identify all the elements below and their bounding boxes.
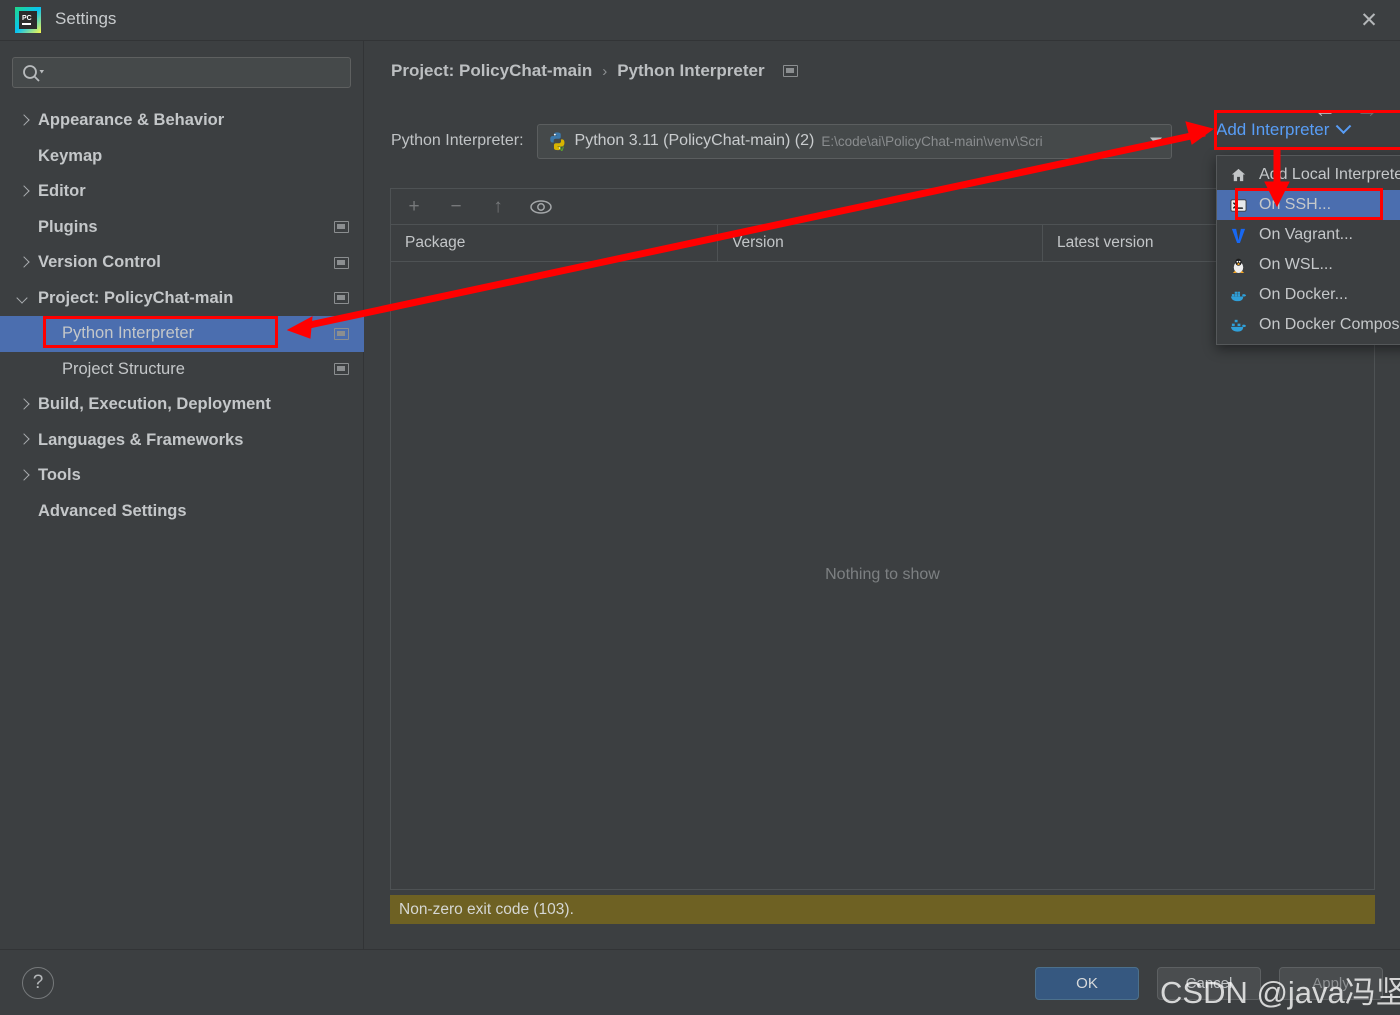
menu-item-add-local-interpreter[interactable]: Add Local Interpreter...: [1217, 160, 1400, 190]
sidebar-item-label: Languages & Frameworks: [38, 430, 244, 449]
breadcrumb-separator: ›: [602, 62, 608, 80]
chevron-right-icon[interactable]: [16, 113, 32, 129]
settings-tree: Appearance & Behavior Keymap Editor Plug…: [0, 103, 364, 529]
sidebar-item-label: Project: PolicyChat-main: [38, 288, 234, 307]
menu-item-label: On Docker Compose...: [1259, 316, 1400, 333]
column-header-version[interactable]: Version: [718, 225, 1043, 261]
breadcrumb-parent[interactable]: Project: PolicyChat-main: [391, 61, 592, 81]
project-scope-badge-icon: [334, 256, 349, 269]
empty-state-text: Nothing to show: [825, 566, 940, 583]
cancel-button[interactable]: Cancel: [1157, 967, 1261, 1000]
menu-item-label: On Docker...: [1259, 286, 1348, 303]
sidebar-item-appearance-behavior[interactable]: Appearance & Behavior: [0, 103, 364, 139]
close-icon[interactable]: ✕: [1354, 7, 1384, 35]
navigation-arrows: ← →: [1314, 99, 1378, 121]
docker-icon: [1227, 285, 1249, 305]
menu-item-label: On SSH...: [1259, 196, 1332, 213]
sidebar-item-label: Tools: [38, 466, 81, 485]
menu-item-label: On WSL...: [1259, 256, 1333, 273]
show-early-releases-icon[interactable]: [529, 196, 553, 218]
chevron-down-icon[interactable]: [16, 290, 32, 306]
chevron-right-icon[interactable]: [16, 255, 32, 271]
menu-item-on-docker-compose[interactable]: On Docker Compose...: [1217, 310, 1400, 340]
sidebar-item-label: Project Structure: [62, 359, 185, 378]
project-scope-badge-icon: [334, 292, 349, 305]
menu-item-on-vagrant[interactable]: On Vagrant...: [1217, 220, 1400, 250]
window-title: Settings: [55, 9, 117, 28]
chevron-right-icon[interactable]: [16, 468, 32, 484]
menu-item-on-ssh[interactable]: On SSH...: [1217, 190, 1400, 220]
add-interpreter-label: Add Interpreter: [1216, 120, 1330, 139]
menu-item-on-wsl[interactable]: On WSL...: [1217, 250, 1400, 280]
arrow-left-icon[interactable]: ←: [1314, 99, 1336, 121]
upgrade-package-button[interactable]: ↑: [487, 196, 509, 218]
help-button[interactable]: ?: [22, 967, 54, 999]
docker-compose-icon: [1227, 315, 1249, 335]
column-header-package[interactable]: Package: [391, 225, 718, 261]
project-scope-badge-icon: [334, 221, 349, 234]
chevron-down-icon[interactable]: [1149, 137, 1162, 145]
sidebar-item-label: Version Control: [38, 253, 161, 272]
apply-button[interactable]: Apply: [1279, 967, 1383, 1000]
svg-text:v: v: [559, 143, 564, 152]
python-venv-icon: v: [549, 131, 564, 152]
sidebar-item-label: Build, Execution, Deployment: [38, 395, 271, 414]
settings-sidebar: Appearance & Behavior Keymap Editor Plug…: [0, 41, 364, 949]
sidebar-item-python-interpreter[interactable]: Python Interpreter: [0, 316, 364, 352]
project-scope-badge-icon: [334, 363, 349, 376]
menu-item-on-docker[interactable]: On Docker...: [1217, 280, 1400, 310]
sidebar-item-advanced-settings[interactable]: Advanced Settings: [0, 494, 364, 530]
menu-item-label: On Vagrant...: [1259, 226, 1353, 243]
error-bar: Non-zero exit code (103).: [390, 895, 1375, 924]
add-package-button[interactable]: +: [403, 196, 425, 218]
project-scope-badge-icon: [782, 65, 798, 77]
chevron-right-icon[interactable]: [16, 432, 32, 448]
packages-table-body: Nothing to show: [391, 262, 1374, 888]
chevron-down-icon: [1336, 117, 1352, 134]
sidebar-item-editor[interactable]: Editor: [0, 174, 364, 210]
chevron-right-icon[interactable]: [16, 397, 32, 413]
search-icon: [23, 65, 44, 82]
breadcrumb: Project: PolicyChat-main › Python Interp…: [391, 61, 798, 81]
dialog-footer: ? OK Cancel Apply: [0, 949, 1400, 1015]
sidebar-item-version-control[interactable]: Version Control: [0, 245, 364, 281]
sidebar-item-keymap[interactable]: Keymap: [0, 139, 364, 175]
sidebar-item-tools[interactable]: Tools: [0, 458, 364, 494]
settings-window: PC Settings ✕ Appearance & Behavior Keym…: [0, 0, 1400, 1015]
interpreter-combobox[interactable]: v Python 3.11 (PolicyChat-main) (2) E:\c…: [536, 123, 1172, 159]
sidebar-item-label: Advanced Settings: [38, 501, 187, 520]
title-bar: PC Settings ✕: [0, 0, 1400, 41]
sidebar-item-label: Appearance & Behavior: [38, 111, 225, 130]
sidebar-item-label: Editor: [38, 182, 86, 201]
chevron-right-icon[interactable]: [16, 184, 32, 200]
arrow-right-icon[interactable]: →: [1356, 99, 1378, 121]
sidebar-item-label: Keymap: [38, 146, 103, 165]
menu-item-label: Add Local Interpreter...: [1259, 166, 1400, 183]
sidebar-item-build-execution-deployment[interactable]: Build, Execution, Deployment: [0, 387, 364, 423]
ok-button[interactable]: OK: [1035, 967, 1139, 1000]
interpreter-label: Python Interpreter:: [391, 132, 524, 149]
terminal-icon: [1227, 195, 1249, 215]
sidebar-item-label: Plugins: [38, 217, 98, 236]
error-message: Non-zero exit code (103).: [399, 900, 574, 918]
vagrant-icon: [1227, 225, 1249, 245]
svg-text:PC: PC: [22, 15, 32, 22]
search-input[interactable]: [49, 58, 344, 87]
sidebar-item-project-structure[interactable]: Project Structure: [0, 352, 364, 388]
home-icon: [1227, 165, 1249, 185]
sidebar-item-project-policychat-main[interactable]: Project: PolicyChat-main: [0, 281, 364, 317]
breadcrumb-current: Python Interpreter: [617, 61, 765, 80]
interpreter-path: E:\code\ai\PolicyChat-main\venv\Scri: [821, 133, 1043, 149]
sidebar-item-languages-frameworks[interactable]: Languages & Frameworks: [0, 423, 364, 459]
project-scope-badge-icon: [334, 327, 349, 340]
sidebar-item-plugins[interactable]: Plugins: [0, 210, 364, 246]
add-interpreter-button[interactable]: Add Interpreter: [1216, 117, 1352, 140]
add-interpreter-menu: Add Local Interpreter... On SSH... On Va…: [1216, 155, 1400, 345]
search-box[interactable]: [12, 57, 351, 88]
pycharm-logo-icon: PC: [15, 7, 41, 33]
remove-package-button[interactable]: −: [445, 196, 467, 218]
interpreter-name: Python 3.11 (PolicyChat-main) (2): [574, 132, 815, 149]
linux-penguin-icon: [1227, 255, 1249, 275]
sidebar-item-label: Python Interpreter: [62, 324, 195, 343]
